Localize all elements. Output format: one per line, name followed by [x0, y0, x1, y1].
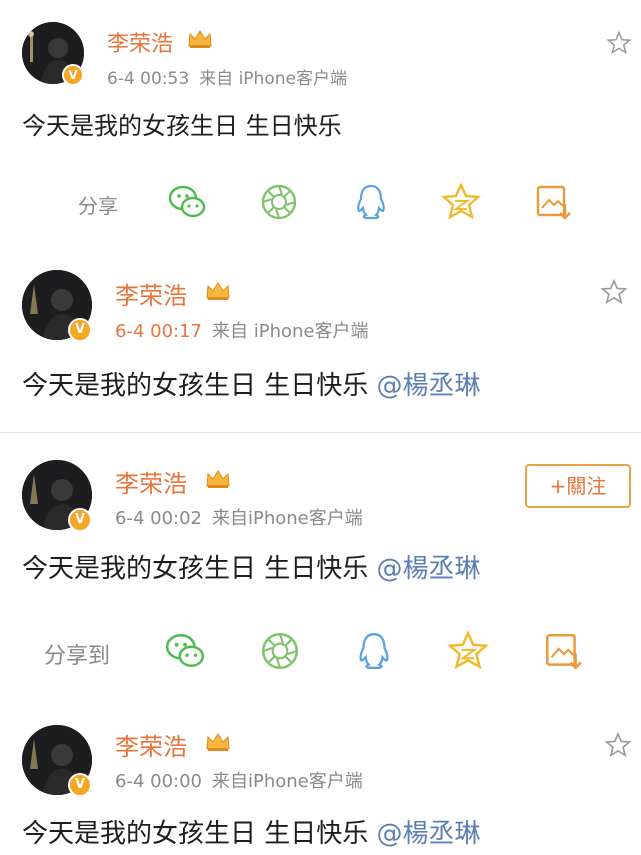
post-text-content: 今天是我的女孩生日 生日快乐 [22, 819, 369, 849]
verified-badge: V [62, 64, 84, 86]
post-time: 6-4 00:00 [115, 771, 202, 792]
mention-link[interactable]: @楊丞琳 [377, 371, 481, 401]
username[interactable]: 李荣浩 [115, 276, 187, 311]
post-text-content: 今天是我的女孩生日 生日快乐 [22, 554, 369, 584]
wechat-icon[interactable] [166, 182, 208, 222]
username[interactable]: 李荣浩 [107, 26, 173, 58]
post-1: V 李荣浩 6-4 00:53 来自 iPhone客户端 今天是我的女孩生日 生日… [0, 0, 641, 250]
post-2: V 李荣浩 6-4 00:17 来自 iPhone客户端 今天是我的女孩生日 生日… [0, 250, 641, 430]
post-source: 来自 iPhone客户端 [212, 321, 369, 342]
verified-badge: V [68, 508, 92, 532]
post-source: 来自iPhone客户端 [212, 771, 363, 792]
post-meta: 6-4 00:00 来自iPhone客户端 [115, 767, 363, 793]
post-text: 今天是我的女孩生日 生日快乐 @楊丞琳 [22, 365, 481, 402]
post-text-content: 今天是我的女孩生日 生日快乐 [22, 112, 342, 140]
save-image-icon[interactable] [541, 630, 585, 672]
username[interactable]: 李荣浩 [115, 727, 187, 762]
share-label: 分享到 [44, 644, 111, 669]
moments-icon[interactable] [258, 630, 302, 672]
post-source: 来自 iPhone客户端 [199, 69, 347, 89]
crown-icon [206, 470, 230, 488]
crown-icon [206, 733, 230, 751]
follow-button[interactable]: +關注 [525, 464, 631, 508]
post-4: V 李荣浩 6-4 00:00 来自iPhone客户端 今天是我的女孩生日 生日快… [0, 705, 641, 855]
post-time: 6-4 00:02 [115, 508, 202, 529]
mention-link[interactable]: @楊丞琳 [377, 554, 481, 584]
qzone-icon[interactable] [446, 630, 490, 672]
qzone-icon[interactable] [440, 182, 482, 222]
favorite-star-icon[interactable] [600, 278, 628, 306]
verified-badge: V [68, 318, 92, 342]
post-meta: 6-4 00:53 来自 iPhone客户端 [107, 64, 347, 89]
save-image-icon[interactable] [532, 182, 574, 222]
favorite-star-icon[interactable] [606, 30, 632, 56]
mention-link[interactable]: @楊丞琳 [377, 819, 481, 849]
post-meta: 6-4 00:02 来自iPhone客户端 [115, 504, 363, 530]
crown-icon [206, 282, 230, 300]
post-text-content: 今天是我的女孩生日 生日快乐 [22, 371, 369, 401]
verified-badge: V [68, 773, 92, 797]
post-meta: 6-4 00:17 来自 iPhone客户端 [115, 317, 368, 343]
post-3: V 李荣浩 6-4 00:02 来自iPhone客户端 +關注 今天是我的女孩生日… [0, 440, 641, 710]
favorite-star-icon[interactable] [604, 731, 632, 759]
qq-icon[interactable] [352, 630, 396, 672]
crown-icon [188, 30, 212, 48]
post-time: 6-4 00:53 [107, 69, 190, 89]
moments-icon[interactable] [258, 182, 300, 222]
post-text: 今天是我的女孩生日 生日快乐 @楊丞琳 [22, 548, 481, 585]
post-text: 今天是我的女孩生日 生日快乐 [22, 106, 342, 141]
wechat-icon[interactable] [163, 630, 207, 672]
username[interactable]: 李荣浩 [115, 464, 187, 499]
qq-icon[interactable] [350, 182, 392, 222]
post-text: 今天是我的女孩生日 生日快乐 @楊丞琳 [22, 813, 481, 850]
divider [0, 432, 641, 433]
post-time: 6-4 00:17 [115, 321, 202, 342]
post-source: 来自iPhone客户端 [212, 508, 363, 529]
share-label: 分享 [78, 194, 118, 218]
